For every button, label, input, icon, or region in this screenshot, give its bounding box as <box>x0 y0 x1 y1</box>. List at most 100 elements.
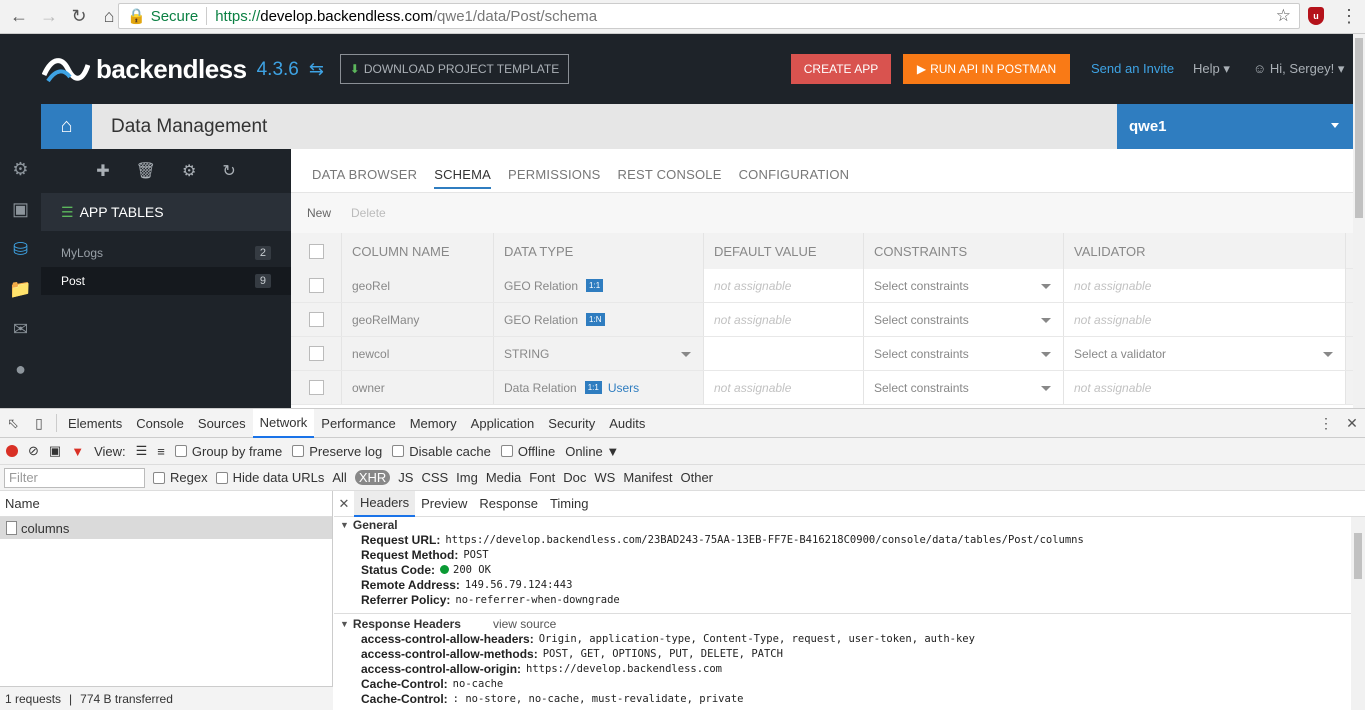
app-selector[interactable]: qwe1 <box>1117 104 1353 149</box>
scrollbar-thumb[interactable] <box>1355 38 1363 218</box>
filter-type-ws[interactable]: WS <box>594 470 615 485</box>
table-item-post[interactable]: Post 9 <box>41 267 291 295</box>
shuffle-icon[interactable]: ⇆ <box>309 59 324 80</box>
forward-arrow-icon[interactable]: → <box>34 2 64 32</box>
regex-checkbox[interactable]: Regex <box>153 470 208 485</box>
devtools-tab-security[interactable]: Security <box>541 409 602 438</box>
column-name-cell[interactable]: geoRel <box>342 269 494 302</box>
filter-type-doc[interactable]: Doc <box>563 470 586 485</box>
detail-tab-timing[interactable]: Timing <box>544 491 595 517</box>
delete-column-button[interactable]: Delete <box>351 206 386 220</box>
tab-rest-console[interactable]: REST CONSOLE <box>618 162 739 192</box>
ublock-extension-icon[interactable]: u <box>1308 7 1324 25</box>
tab-configuration[interactable]: CONFIGURATION <box>739 162 867 192</box>
row-checkbox[interactable] <box>308 380 324 395</box>
filter-type-font[interactable]: Font <box>529 470 555 485</box>
header-default-value[interactable]: DEFAULT VALUE <box>704 233 864 269</box>
row-checkbox[interactable] <box>308 346 324 361</box>
send-invite-link[interactable]: Send an Invite <box>1091 61 1174 76</box>
column-name-cell[interactable]: owner <box>342 371 494 404</box>
clear-icon[interactable]: ⊘ <box>28 443 39 459</box>
column-name-cell[interactable]: newcol <box>342 337 494 370</box>
device-toolbar-icon[interactable]: ▯ <box>26 409 52 438</box>
row-checkbox[interactable] <box>308 312 324 327</box>
group-by-frame-checkbox[interactable]: Group by frame <box>174 444 282 459</box>
filter-type-xhr[interactable]: XHR <box>354 470 391 485</box>
filter-type-js[interactable]: JS <box>398 470 413 485</box>
close-icon[interactable]: ✕ <box>1339 409 1365 438</box>
database-icon[interactable]: ⛁ <box>0 229 41 269</box>
tab-schema[interactable]: SCHEMA <box>434 162 508 192</box>
new-column-button[interactable]: New <box>307 206 331 220</box>
header-constraints[interactable]: CONSTRAINTS <box>864 233 1064 269</box>
detail-tab-response[interactable]: Response <box>473 491 544 517</box>
users-card-icon[interactable]: ▣ <box>0 189 41 229</box>
large-rows-icon[interactable]: ☰ <box>136 443 148 459</box>
filter-input[interactable]: Filter <box>4 467 145 488</box>
detail-tab-headers[interactable]: Headers <box>354 490 416 517</box>
response-headers-section-toggle[interactable]: ▼ Response Headers view source <box>334 616 1365 631</box>
general-section-toggle[interactable]: ▼ General <box>334 517 1365 532</box>
devtools-tab-sources[interactable]: Sources <box>191 409 253 438</box>
filter-type-other[interactable]: Other <box>681 470 714 485</box>
run-api-postman-button[interactable]: ▶ RUN API IN POSTMAN <box>903 54 1070 84</box>
reload-icon[interactable]: ↻ <box>64 2 94 32</box>
throttling-select[interactable]: Online ▼ <box>565 444 619 459</box>
view-source-link[interactable]: view source <box>493 617 556 631</box>
trash-icon[interactable]: 🗑 <box>136 161 156 181</box>
settings-gear-icon[interactable]: ⚙ <box>0 149 41 189</box>
scrollbar-thumb[interactable] <box>1354 533 1362 579</box>
preserve-log-checkbox[interactable]: Preserve log <box>292 444 382 459</box>
constraints-dropdown[interactable]: Select constraints <box>864 371 1064 404</box>
secure-indicator[interactable]: 🔒 Secure <box>127 7 208 25</box>
detail-tab-preview[interactable]: Preview <box>415 491 473 517</box>
devtools-tab-audits[interactable]: Audits <box>602 409 652 438</box>
gear-icon[interactable]: ⚙ <box>182 161 196 181</box>
plus-icon[interactable]: ✚ <box>96 161 109 181</box>
devtools-tab-network[interactable]: Network <box>252 408 315 438</box>
column-name-cell[interactable]: geoRelMany <box>342 303 494 336</box>
related-table-link[interactable]: Users <box>608 381 639 395</box>
filter-type-all[interactable]: All <box>332 470 346 485</box>
details-scrollbar[interactable] <box>1351 517 1365 710</box>
backendless-logo[interactable]: backendless 4.3.6 ⇆ <box>42 54 324 85</box>
create-app-button[interactable]: CREATE APP <box>791 54 891 84</box>
bookmark-star-icon[interactable]: ☆ <box>1276 6 1291 26</box>
offline-checkbox[interactable]: Offline <box>500 444 555 459</box>
table-item-mylogs[interactable]: MyLogs 2 <box>41 239 291 267</box>
disable-cache-checkbox[interactable]: Disable cache <box>392 444 491 459</box>
folder-icon[interactable]: 📁 <box>0 269 41 309</box>
constraints-dropdown[interactable]: Select constraints <box>864 337 1064 370</box>
browser-menu-icon[interactable]: ⋮ <box>1340 6 1358 27</box>
help-menu[interactable]: Help ▾ <box>1193 61 1230 77</box>
filter-type-media[interactable]: Media <box>486 470 521 485</box>
header-column-name[interactable]: COLUMN NAME <box>342 233 494 269</box>
request-row[interactable]: columns <box>0 517 332 539</box>
filter-type-css[interactable]: CSS <box>421 470 448 485</box>
devtools-tab-memory[interactable]: Memory <box>403 409 464 438</box>
data-type-dropdown[interactable]: STRING <box>494 337 704 370</box>
record-icon[interactable] <box>6 445 18 457</box>
validator-dropdown[interactable]: Select a validator <box>1064 337 1346 370</box>
close-icon[interactable]: ✕ <box>334 496 354 512</box>
filter-type-img[interactable]: Img <box>456 470 478 485</box>
filter-type-manifest[interactable]: Manifest <box>623 470 672 485</box>
page-scrollbar[interactable] <box>1353 34 1365 408</box>
devtools-tab-elements[interactable]: Elements <box>61 409 129 438</box>
row-checkbox[interactable] <box>308 278 324 293</box>
devtools-menu-icon[interactable]: ⋮ <box>1313 409 1339 438</box>
select-all-checkbox[interactable] <box>308 243 324 259</box>
constraints-dropdown[interactable]: Select constraints <box>864 269 1064 302</box>
header-validator[interactable]: VALIDATOR <box>1064 233 1346 269</box>
inspect-element-icon[interactable]: ⬁ <box>0 409 26 438</box>
hide-data-urls-checkbox[interactable]: Hide data URLs <box>215 470 324 485</box>
download-template-button[interactable]: ⬇ DOWNLOAD PROJECT TEMPLATE <box>340 54 569 84</box>
user-menu[interactable]: ☺ Hi, Sergey! ▾ <box>1253 61 1344 77</box>
waterfall-icon[interactable]: ≡ <box>157 444 165 459</box>
map-marker-icon[interactable]: ● <box>0 349 41 389</box>
back-arrow-icon[interactable]: ← <box>4 2 34 32</box>
devtools-tab-console[interactable]: Console <box>129 409 191 438</box>
constraints-dropdown[interactable]: Select constraints <box>864 303 1064 336</box>
name-column-header[interactable]: Name <box>0 491 332 517</box>
envelope-icon[interactable]: ✉ <box>0 309 41 349</box>
